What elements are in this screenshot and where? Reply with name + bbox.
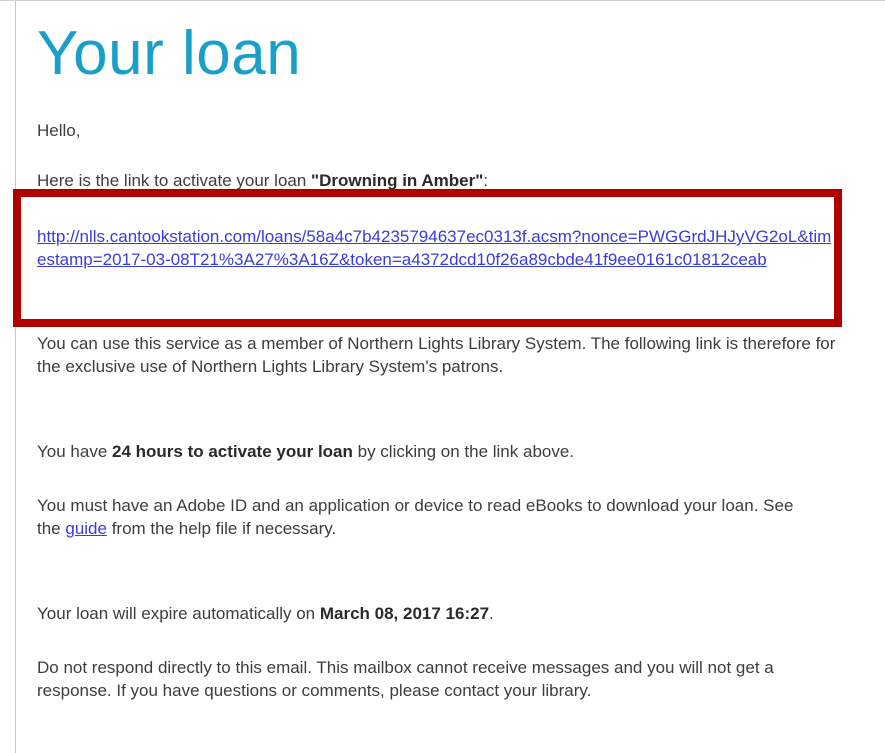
hours-suffix: by clicking on the link above. xyxy=(352,442,575,461)
expiration-paragraph: Your loan will expire automatically on M… xyxy=(37,602,494,625)
intro-suffix: : xyxy=(483,171,489,190)
hours-bold: 24 hours to activate your loan xyxy=(112,442,353,461)
membership-paragraph: You can use this service as a member of … xyxy=(37,334,836,376)
activation-link[interactable]: http://nlls.cantookstation.com/loans/58a… xyxy=(37,225,832,271)
adobe-suffix: from the help file if necessary. xyxy=(106,519,337,538)
greeting-text: Hello, xyxy=(37,121,81,140)
book-title: "Drowning in Amber" xyxy=(311,171,484,190)
email-left-border xyxy=(15,1,16,753)
expire-prefix: Your loan will expire automatically on xyxy=(37,604,320,623)
guide-link[interactable]: guide xyxy=(65,519,107,538)
activation-deadline-paragraph: You have 24 hours to activate your loan … xyxy=(37,440,574,463)
email-title: Your loan xyxy=(37,19,302,88)
expire-date: March 08, 2017 16:27 xyxy=(319,604,490,623)
no-reply-paragraph: Do not respond directly to this email. T… xyxy=(37,658,774,700)
email-body: Your loan Hello, Here is the link to act… xyxy=(0,0,885,753)
hours-prefix: You have xyxy=(37,442,112,461)
intro-prefix: Here is the link to activate your loan xyxy=(37,171,312,190)
expire-suffix: . xyxy=(489,604,494,623)
adobe-requirement-paragraph: You must have an Adobe ID and an applica… xyxy=(37,494,817,540)
